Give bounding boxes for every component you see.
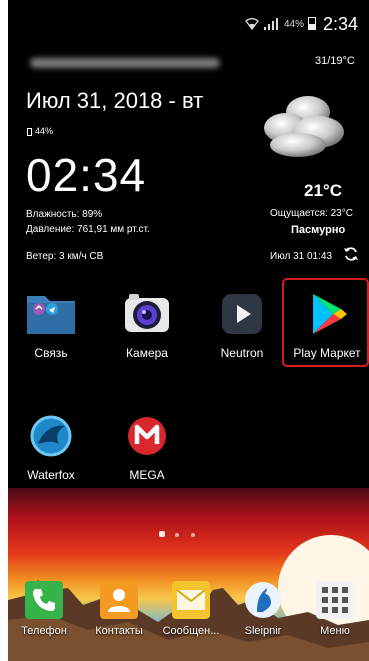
page-dot [191,533,195,537]
app-label: Связь [34,346,68,360]
home-dot [159,531,165,537]
status-bar: 44% 2:34 [8,0,369,34]
app-label: Сообщен... [162,625,220,637]
sleipnir-icon [243,580,283,620]
app-play-market[interactable]: Play Маркет [285,288,369,360]
feels-like: Ощущается: 23°C [270,208,353,219]
app-label: Play Маркет [293,346,361,360]
app-svyaz[interactable]: Связь [11,288,91,360]
battery-icon [308,17,316,30]
signal-icon [264,18,278,30]
dock-messages[interactable]: Сообщен... [156,580,226,637]
app-label: Телефон [21,625,67,637]
widget-time: 02:34 [26,149,147,201]
neutron-play-icon [216,288,268,340]
widget-battery-icon [27,128,32,136]
page-dot [175,533,179,537]
home-screen: 44% 2:34 31/19°C Июл 31, 2018 - вт 44% 0… [8,0,369,661]
app-neutron[interactable]: Neutron [202,288,282,360]
status-clock: 2:34 [323,14,359,34]
app-waterfox[interactable]: Waterfox [11,410,91,482]
phone-icon [24,580,64,620]
app-label: Sleipnir [244,625,282,637]
dock-contacts[interactable]: Контакты [84,580,154,637]
app-mega[interactable]: MEGA [107,410,187,482]
messages-icon [171,580,211,620]
wifi-icon [245,18,259,30]
dock-phone[interactable]: Телефон [9,580,79,637]
waterfox-icon [25,410,77,462]
contacts-icon [99,580,139,620]
humidity: Влажность: 89% [26,209,103,220]
app-label: Waterfox [27,468,75,482]
dock-menu[interactable]: Меню [300,580,369,637]
camera-icon [121,288,173,340]
play-store-icon [301,288,353,340]
app-label: Камера [126,346,168,360]
app-camera[interactable]: Камера [107,288,187,360]
update-time: Июл 31 01:43 [270,251,333,262]
weather-condition: Пасмурно [291,224,346,236]
app-label: Контакты [95,625,143,637]
app-label: Меню [320,625,350,637]
temperature: 21°C [304,181,342,200]
pressure: Давление: 761,91 мм рт.ст. [26,224,150,235]
battery-percent: 44% [284,19,305,30]
widget-date: Июл 31, 2018 - вт [26,88,204,113]
apps-menu-icon [315,580,355,620]
cloud-icon [264,96,344,157]
wind: Ветер: 3 км/ч СВ [26,251,104,262]
folder-icon [25,288,77,340]
refresh-icon[interactable] [343,246,359,262]
app-label: Neutron [220,346,264,360]
dock-sleipnir[interactable]: Sleipnir [228,580,298,637]
widget-battery: 44% [35,126,54,136]
mega-icon [121,410,173,462]
app-label: MEGA [129,468,165,482]
location-blurred [30,58,220,68]
temp-range: 31/19°C [315,55,355,67]
